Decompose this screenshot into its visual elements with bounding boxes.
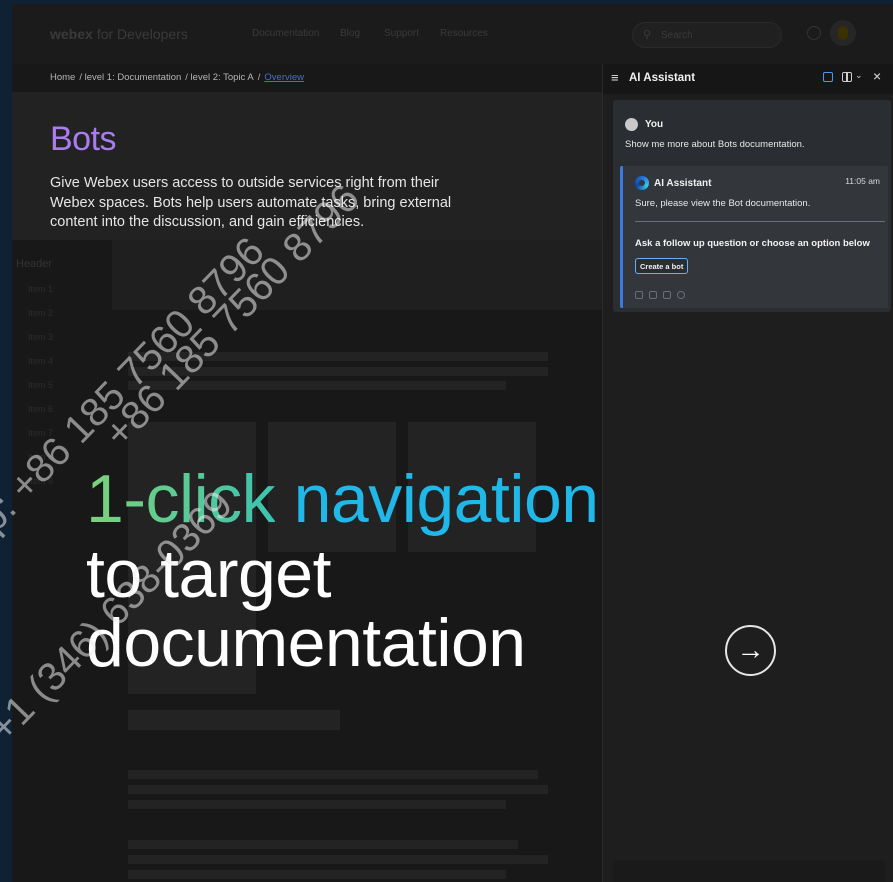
menu-icon[interactable]: ≡ bbox=[611, 70, 619, 85]
side-nav-item[interactable]: Item 2 bbox=[28, 308, 53, 318]
overlay-headline-accent: navigation bbox=[275, 461, 600, 537]
page-description: Give Webex users access to outside servi… bbox=[50, 175, 452, 230]
breadcrumb-separator: / bbox=[257, 72, 261, 83]
skeleton-line bbox=[128, 367, 548, 376]
overlay-headline-highlight: 1-click bbox=[86, 461, 276, 537]
follow-up-prompt: Ask a follow up question or choose an op… bbox=[635, 238, 870, 249]
breadcrumb-current[interactable]: Overview bbox=[264, 72, 304, 83]
overlay-subline-1: to target bbox=[86, 536, 332, 612]
breadcrumb-level-2[interactable]: / level 2: Topic A bbox=[185, 72, 253, 83]
overlay-subline-2: documentation bbox=[86, 605, 526, 681]
side-nav-item[interactable]: Item 5 bbox=[28, 380, 53, 390]
skeleton-area bbox=[112, 240, 602, 310]
assistant-message: Sure, please view the Bot documentation. bbox=[635, 198, 811, 209]
create-bot-button[interactable]: Create a bot bbox=[635, 258, 689, 274]
nav-link-resources[interactable]: Resources bbox=[440, 28, 488, 39]
nav-link-documentation[interactable]: Documentation bbox=[252, 28, 319, 39]
thumbs-up-icon[interactable] bbox=[635, 291, 643, 299]
breadcrumb-home[interactable]: Home bbox=[50, 72, 75, 83]
ai-panel-title: AI Assistant bbox=[629, 72, 696, 84]
globe-icon[interactable] bbox=[807, 26, 821, 40]
chevron-down-icon[interactable]: ⌄ bbox=[855, 70, 863, 81]
new-chat-icon[interactable] bbox=[823, 72, 833, 82]
assistant-message-card: AI Assistant 11:05 am Sure, please view … bbox=[620, 166, 888, 308]
side-nav-header: Header bbox=[16, 258, 53, 270]
hero-section: Bots Give Webex users access to outside … bbox=[12, 92, 602, 240]
logo-text: webex bbox=[50, 26, 93, 42]
user-avatar bbox=[625, 118, 638, 131]
chat-input[interactable] bbox=[613, 860, 885, 882]
message-timestamp: 11:05 am bbox=[845, 176, 880, 186]
side-nav-item[interactable]: Item 9 bbox=[28, 476, 53, 486]
skeleton-line bbox=[128, 381, 506, 390]
breadcrumb-level-1[interactable]: / level 1: Documentation bbox=[79, 72, 181, 83]
logo[interactable]: webex for Developers bbox=[50, 26, 188, 42]
breadcrumb: Home / level 1: Documentation / level 2:… bbox=[50, 72, 304, 83]
logo-subtitle: for Developers bbox=[96, 26, 188, 42]
side-nav-item[interactable]: Item 3 bbox=[28, 332, 53, 342]
page-title: Bots bbox=[50, 120, 117, 158]
panel-layout-icon[interactable] bbox=[842, 72, 852, 82]
skeleton-line bbox=[128, 785, 548, 794]
side-nav-item[interactable]: Item 7 bbox=[28, 428, 53, 438]
skeleton-block bbox=[128, 710, 340, 730]
ai-assistant-panel: ≡ AI Assistant ⌄ × You Show me more abou… bbox=[602, 64, 893, 882]
app-window: webex for Developers Documentation Blog S… bbox=[12, 4, 893, 882]
divider bbox=[635, 221, 885, 222]
next-arrow-button[interactable]: → bbox=[725, 625, 776, 676]
top-nav: webex for Developers Documentation Blog S… bbox=[12, 4, 893, 64]
search-input[interactable]: ⚲ Search bbox=[632, 22, 782, 48]
skeleton-line bbox=[128, 855, 548, 864]
assistant-name: AI Assistant bbox=[654, 178, 712, 189]
thumbs-down-icon[interactable] bbox=[649, 291, 657, 299]
side-nav-item[interactable]: Item 8 bbox=[28, 452, 53, 462]
side-nav-item[interactable]: Item 4 bbox=[28, 356, 53, 366]
skeleton-line bbox=[128, 840, 518, 849]
copy-icon[interactable] bbox=[663, 291, 671, 299]
user-name: You bbox=[645, 119, 664, 130]
close-icon[interactable]: × bbox=[873, 68, 881, 84]
skeleton-line bbox=[128, 800, 506, 809]
arrow-right-icon: → bbox=[736, 634, 765, 665]
skeleton-line bbox=[128, 770, 538, 779]
chat-thread: You Show me more about Bots documentatio… bbox=[613, 100, 891, 312]
ai-panel-header: ≡ AI Assistant ⌄ × bbox=[603, 64, 893, 94]
ai-assistant-icon bbox=[635, 176, 649, 190]
avatar[interactable] bbox=[830, 20, 856, 46]
skeleton-line bbox=[128, 870, 506, 879]
skeleton-line bbox=[128, 352, 548, 361]
side-nav-item[interactable]: Item 1 bbox=[28, 284, 53, 294]
side-nav-item[interactable]: Item 6 bbox=[28, 404, 53, 414]
user-message: Show me more about Bots documentation. bbox=[625, 139, 805, 150]
refresh-icon[interactable] bbox=[677, 291, 685, 299]
nav-link-support[interactable]: Support bbox=[384, 28, 419, 39]
overlay-headline: 1-click navigation bbox=[86, 460, 599, 538]
search-icon: ⚲ bbox=[643, 29, 652, 41]
nav-link-blog[interactable]: Blog bbox=[340, 28, 360, 39]
search-placeholder: Search bbox=[661, 30, 693, 41]
